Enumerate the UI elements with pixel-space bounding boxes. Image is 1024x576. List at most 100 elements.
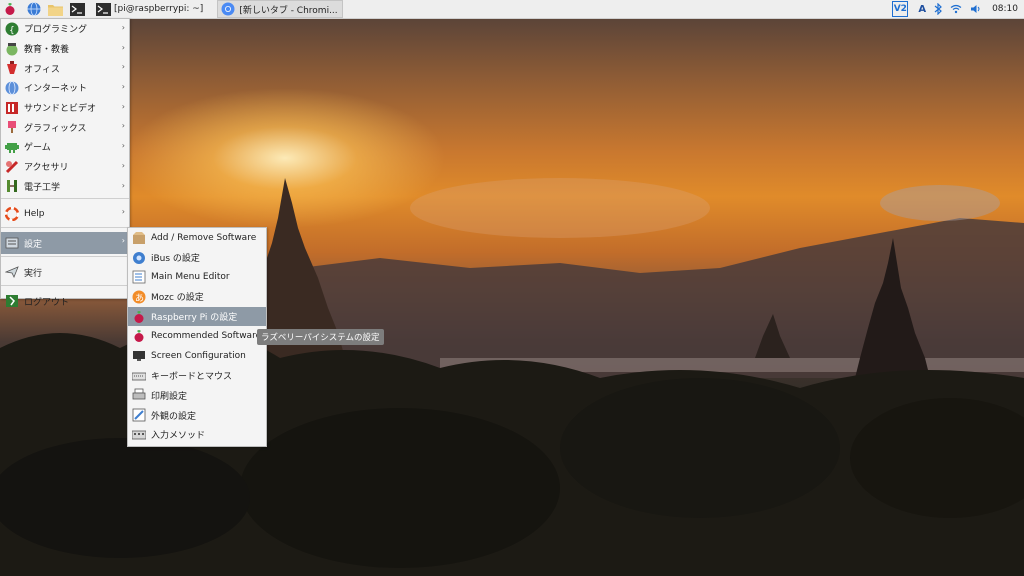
appearance-icon xyxy=(131,407,147,423)
menu-item-accessories[interactable]: アクセサリ › xyxy=(1,157,129,177)
education-icon xyxy=(4,41,20,57)
clock-label: 08:10 xyxy=(992,4,1018,14)
mozc-icon: あ xyxy=(131,289,147,305)
menu-item-office[interactable]: オフィス › xyxy=(1,58,129,78)
chevron-right-icon: › xyxy=(121,82,125,92)
folder-icon xyxy=(47,1,63,17)
input-method-label: A xyxy=(918,3,927,15)
taskbar-task-chromium[interactable]: [新しいタブ - Chromi... xyxy=(217,0,343,18)
menu-item-label: 実行 xyxy=(24,268,43,279)
menu-item-label: サウンドとビデオ xyxy=(24,104,97,115)
menu-item-label: 設定 xyxy=(24,239,43,250)
chevron-right-icon: › xyxy=(121,160,125,170)
bluetooth-icon[interactable] xyxy=(934,0,942,18)
taskbar: [pi@raspberrypi: ~] [新しいタブ - Chromi... V… xyxy=(0,0,1024,19)
input-method-icon xyxy=(131,427,147,443)
menu-item-label: ゲーム xyxy=(24,143,51,154)
raspberry-icon xyxy=(131,328,147,344)
chevron-right-icon: › xyxy=(121,101,125,111)
svg-text:あ: あ xyxy=(135,293,144,304)
chevron-right-icon: › xyxy=(121,23,125,32)
chevron-right-icon: › xyxy=(121,141,125,151)
menu-item-label: 教育・教養 xyxy=(24,45,70,56)
office-icon xyxy=(4,60,20,76)
menu-item-sound-video[interactable]: サウンドとビデオ › xyxy=(1,98,129,118)
preferences-icon xyxy=(4,235,20,251)
terminal-icon xyxy=(69,1,85,17)
ibus-icon xyxy=(131,250,147,266)
electronics-icon xyxy=(4,178,20,194)
menu-item-label: Help xyxy=(24,209,45,220)
menu-item-logout[interactable]: ログアウト xyxy=(1,290,129,312)
chromium-icon xyxy=(220,1,236,17)
menu-item-add-remove-software[interactable]: Add / Remove Software xyxy=(128,228,266,248)
logout-icon xyxy=(4,293,20,309)
terminal-launcher[interactable] xyxy=(69,0,85,18)
taskbar-task-terminal[interactable]: [pi@raspberrypi: ~] xyxy=(93,1,207,17)
menu-item-education[interactable]: 教育・教養 › xyxy=(1,39,129,59)
volume-icon[interactable] xyxy=(970,0,982,18)
sound-video-icon xyxy=(4,100,20,116)
menu-item-label: Add / Remove Software xyxy=(151,232,257,243)
menu-item-run[interactable]: 実行 xyxy=(1,261,129,283)
menu-item-programming[interactable]: { プログラミング › xyxy=(1,19,129,39)
menu-item-input-method[interactable]: 入力メソッド xyxy=(128,425,266,445)
menu-item-label: Recommended Software xyxy=(151,331,262,342)
menu-item-graphics[interactable]: グラフィックス › xyxy=(1,117,129,137)
menu-item-label: インターネット xyxy=(24,84,88,95)
menu-item-label: 外観の設定 xyxy=(151,411,197,422)
menu-item-internet[interactable]: インターネット › xyxy=(1,78,129,98)
globe-icon xyxy=(26,1,42,17)
menu-item-games[interactable]: ゲーム › xyxy=(1,137,129,157)
menu-item-ibus-settings[interactable]: iBus の設定 xyxy=(128,248,266,268)
task-label: [新しいタブ - Chromi... xyxy=(239,5,338,16)
run-icon xyxy=(4,264,20,280)
input-method-indicator[interactable]: A xyxy=(918,0,926,18)
keyboard-icon xyxy=(131,368,147,384)
wifi-icon[interactable] xyxy=(950,0,962,18)
vnc-icon[interactable]: V2 xyxy=(892,1,909,17)
package-icon xyxy=(131,230,147,246)
menu-item-print-settings[interactable]: 印刷設定 xyxy=(128,386,266,406)
chevron-right-icon: › xyxy=(121,121,125,131)
vnc-label: V2 xyxy=(893,4,907,14)
games-icon xyxy=(4,139,20,155)
menu-item-appearance-settings[interactable]: 外観の設定 xyxy=(128,405,266,425)
menu-item-label: アクセサリ xyxy=(24,163,69,174)
menu-item-preferences[interactable]: 設定 › xyxy=(1,232,129,255)
chevron-right-icon: › xyxy=(121,236,125,246)
menu-item-label: ログアウト xyxy=(24,297,70,308)
main-menu: { プログラミング › 教育・教養 › オフィス › インターネット › サウン… xyxy=(0,18,130,308)
raspberry-icon xyxy=(2,1,18,17)
menu-item-mozc-settings[interactable]: あ Mozc の設定 xyxy=(128,287,266,307)
preferences-submenu: Add / Remove Software iBus の設定 Main Menu… xyxy=(127,227,267,447)
menu-item-label: 印刷設定 xyxy=(151,391,188,402)
menu-item-screen-configuration[interactable]: Screen Configuration xyxy=(128,346,266,366)
menu-item-label: Mozc の設定 xyxy=(151,293,204,304)
menu-item-keyboard-mouse[interactable]: キーボードとマウス xyxy=(128,366,266,386)
menu-item-electronics[interactable]: 電子工学 › xyxy=(1,177,129,197)
menu-item-label: Raspberry Pi の設定 xyxy=(151,313,238,324)
programming-icon: { xyxy=(4,21,20,37)
menu-item-label: 入力メソッド xyxy=(151,431,206,442)
file-manager-launcher[interactable] xyxy=(47,0,63,18)
menu-editor-icon xyxy=(131,269,147,285)
menu-item-raspberry-pi-config[interactable]: Raspberry Pi の設定 xyxy=(128,306,266,327)
task-label: [pi@raspberrypi: ~] xyxy=(114,4,204,14)
clock[interactable]: 08:10 xyxy=(992,0,1018,18)
menu-item-help[interactable]: Help › xyxy=(1,203,129,225)
raspberry-icon xyxy=(131,309,147,325)
menu-item-label: オフィス xyxy=(24,64,60,75)
menu-item-label: 電子工学 xyxy=(24,182,61,193)
menu-item-label: キーボードとマウス xyxy=(151,372,233,383)
system-tray: V2 A 08:10 xyxy=(892,0,1024,18)
printer-icon xyxy=(131,387,147,403)
help-icon xyxy=(4,206,20,222)
web-browser-launcher[interactable] xyxy=(26,0,42,18)
menu-item-recommended-software[interactable]: Recommended Software xyxy=(128,326,266,346)
menu-item-main-menu-editor[interactable]: Main Menu Editor xyxy=(128,267,266,287)
menu-item-label: Main Menu Editor xyxy=(151,272,230,283)
raspberry-menu-button[interactable] xyxy=(2,0,18,18)
chevron-right-icon: › xyxy=(121,42,125,52)
chevron-right-icon: › xyxy=(121,62,125,72)
